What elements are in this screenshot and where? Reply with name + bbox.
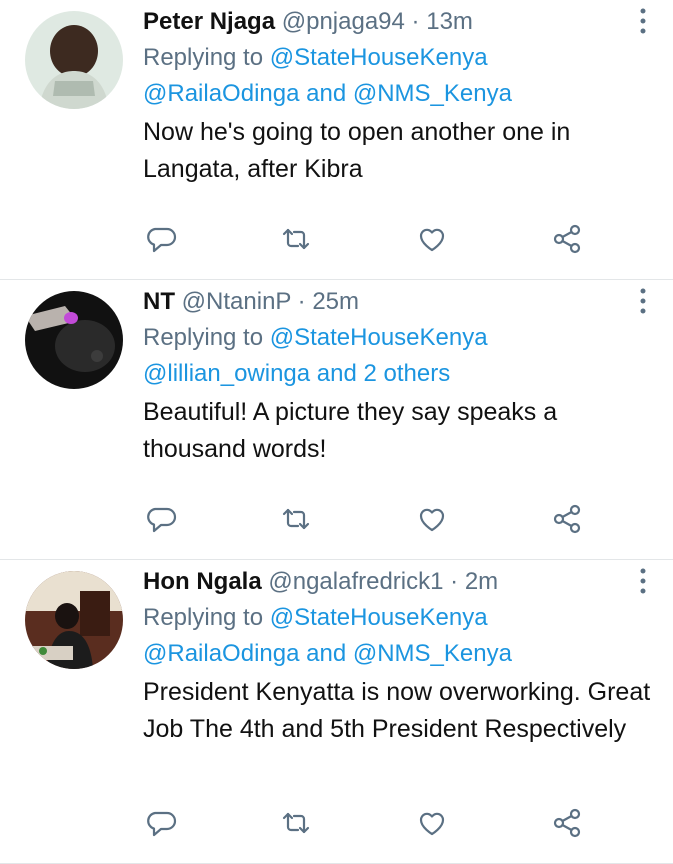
- replying-to: Replying to @StateHouseKenya @lillian_ow…: [143, 320, 653, 392]
- and-label: and: [310, 360, 364, 387]
- replying-to-label: Replying to: [143, 324, 270, 351]
- tweet[interactable]: Hon Ngala @ngalafredrick1 · 2m Replying …: [0, 560, 673, 864]
- replying-to-label: Replying to: [143, 44, 270, 71]
- tweet-header: NT @NtaninP · 25m: [143, 284, 653, 320]
- replying-to: Replying to @StateHouseKenya @RailaOding…: [143, 40, 653, 112]
- and-label: and: [299, 80, 353, 107]
- retweet-icon[interactable]: [280, 807, 312, 839]
- reply-icon[interactable]: [145, 807, 177, 839]
- timestamp[interactable]: 2m: [465, 568, 498, 595]
- like-icon[interactable]: [416, 807, 448, 839]
- tweet-actions: [145, 807, 583, 839]
- tweet-actions: [145, 223, 583, 255]
- user-handle[interactable]: @ngalafredrick1: [268, 568, 443, 595]
- display-name[interactable]: NT: [143, 288, 175, 315]
- tweet-actions: [145, 503, 583, 535]
- replying-to-label: Replying to: [143, 604, 270, 631]
- mention-link[interactable]: @StateHouseKenya: [270, 44, 488, 71]
- like-icon[interactable]: [416, 223, 448, 255]
- avatar[interactable]: [25, 291, 123, 389]
- tweet-header: Hon Ngala @ngalafredrick1 · 2m: [143, 564, 653, 600]
- tweet-content: Hon Ngala @ngalafredrick1 · 2m Replying …: [143, 564, 653, 748]
- share-icon[interactable]: [551, 807, 583, 839]
- tweet-text: Beautiful! A picture they say speaks a t…: [143, 398, 558, 463]
- mention-link[interactable]: @StateHouseKenya: [270, 604, 488, 631]
- user-handle[interactable]: @NtaninP: [182, 288, 291, 315]
- separator: ·: [411, 8, 420, 35]
- mention-link[interactable]: @RailaOdinga: [143, 640, 299, 667]
- mention-link[interactable]: @RailaOdinga: [143, 80, 299, 107]
- tweet[interactable]: NT @NtaninP · 25m Replying to @StateHous…: [0, 280, 673, 560]
- share-icon[interactable]: [551, 503, 583, 535]
- tweet-header: Peter Njaga @pnjaga94 · 13m: [143, 4, 653, 40]
- retweet-icon[interactable]: [280, 223, 312, 255]
- mention-link[interactable]: @StateHouseKenya: [270, 324, 488, 351]
- avatar[interactable]: [25, 11, 123, 109]
- user-handle[interactable]: @pnjaga94: [282, 8, 405, 35]
- separator: ·: [297, 288, 306, 315]
- replying-to: Replying to @StateHouseKenya @RailaOding…: [143, 600, 653, 672]
- tweet-text: President Kenyatta is now overworking. G…: [143, 678, 651, 743]
- display-name[interactable]: Peter Njaga: [143, 8, 275, 35]
- display-name[interactable]: Hon Ngala: [143, 568, 262, 595]
- tweet-content: NT @NtaninP · 25m Replying to @StateHous…: [143, 284, 653, 468]
- avatar[interactable]: [25, 571, 123, 669]
- reply-icon[interactable]: [145, 223, 177, 255]
- tweet-text: Now he's going to open another one in La…: [143, 118, 571, 183]
- mention-link[interactable]: @lillian_owinga: [143, 360, 310, 387]
- timestamp[interactable]: 13m: [426, 8, 473, 35]
- tweet[interactable]: Peter Njaga @pnjaga94 · 13m Replying to …: [0, 0, 673, 280]
- mention-link[interactable]: @NMS_Kenya: [353, 80, 512, 107]
- like-icon[interactable]: [416, 503, 448, 535]
- others-link[interactable]: 2 others: [364, 360, 451, 387]
- and-label: and: [299, 640, 353, 667]
- mention-link[interactable]: @NMS_Kenya: [353, 640, 512, 667]
- tweet-content: Peter Njaga @pnjaga94 · 13m Replying to …: [143, 4, 653, 188]
- reply-icon[interactable]: [145, 503, 177, 535]
- share-icon[interactable]: [551, 223, 583, 255]
- separator: ·: [450, 568, 459, 595]
- timestamp[interactable]: 25m: [312, 288, 359, 315]
- retweet-icon[interactable]: [280, 503, 312, 535]
